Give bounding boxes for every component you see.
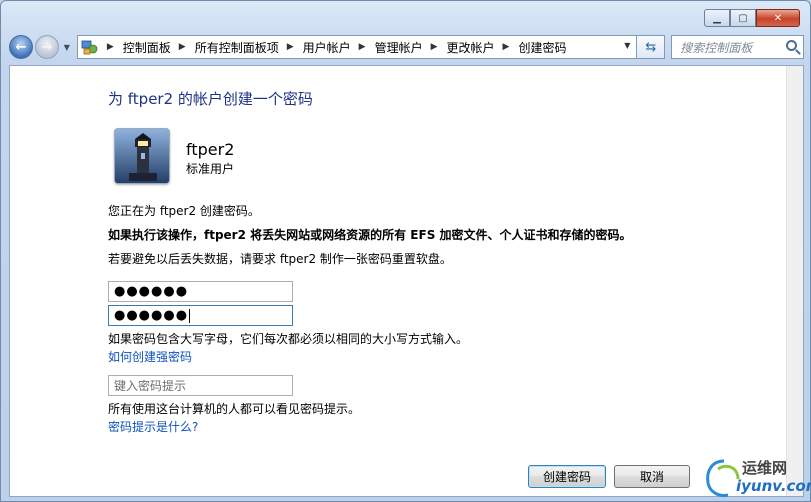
reset-disk-text: 若要避免以后丢失数据，请要求 ftper2 制作一张密码重置软盘。 (108, 252, 452, 266)
breadcrumb-separator[interactable]: ▶ (287, 42, 294, 52)
user-name: ftper2 (186, 140, 235, 159)
breadcrumb-item[interactable]: 用户帐户 (303, 39, 351, 56)
hint-visibility-note: 所有使用这台计算机的人都可以看见密码提示。 (108, 402, 361, 416)
breadcrumb-item[interactable]: 更改帐户 (447, 39, 495, 56)
breadcrumb-separator[interactable]: ▶ (503, 42, 510, 52)
search-icon[interactable] (785, 40, 797, 51)
watermark-top-text: 运维网 (742, 459, 788, 477)
recent-pages-dropdown[interactable]: ▼ (61, 43, 73, 52)
page-title: 为 ftper2 的帐户创建一个密码 (108, 90, 313, 108)
site-watermark: 运维网 iyunv.com (704, 457, 811, 499)
control-panel-icon (81, 40, 98, 55)
back-arrow-icon: ← (15, 39, 27, 55)
search-box[interactable]: 搜索控制面板 (671, 35, 804, 59)
case-sensitivity-note: 如果密码包含大写字母，它们每次都必须以相同的大小写方式输入。 (108, 332, 469, 346)
strong-password-link[interactable]: 如何创建强密码 (108, 348, 192, 365)
breadcrumb-item[interactable]: 创建密码 (518, 39, 566, 56)
maximize-button[interactable]: ▢ (730, 9, 756, 27)
confirm-password-field[interactable]: ●●●●●● (108, 305, 293, 326)
create-password-button[interactable]: 创建密码 (528, 465, 606, 488)
breadcrumb-separator[interactable]: ▶ (179, 42, 186, 52)
breadcrumb-item[interactable]: 所有控制面板项 (195, 39, 279, 56)
efs-warning-text: 如果执行该操作，ftper2 将丢失网站或网络资源的所有 EFS 加密文件、个人… (108, 228, 632, 242)
close-button[interactable]: ✕ (756, 9, 800, 27)
refresh-button[interactable]: ⇆ (637, 35, 666, 59)
cancel-button[interactable]: 取消 (614, 465, 690, 488)
search-placeholder: 搜索控制面板 (680, 40, 753, 55)
password-hint-help-link[interactable]: 密码提示是什么? (108, 418, 198, 435)
text-caret (189, 308, 191, 323)
lighthouse-picture-icon (115, 129, 169, 183)
minimize-button[interactable]: ▁ (704, 9, 730, 27)
hint-placeholder: 键入密码提示 (114, 379, 187, 393)
breadcrumb-item[interactable]: 控制面板 (123, 39, 171, 56)
user-account-type: 标准用户 (186, 162, 235, 176)
breadcrumb-separator[interactable]: ▶ (431, 42, 438, 52)
user-avatar (114, 128, 170, 184)
breadcrumb-separator: ▶ (106, 42, 114, 52)
watermark-bottom-text: iyunv.com (736, 477, 811, 495)
breadcrumb: ▶ 控制面板 ▶ 所有控制面板项 ▶ 用户帐户 ▶ 管理帐户 ▶ 更改帐户 ▶ … (99, 39, 567, 56)
new-password-field[interactable]: ●●●●●● (108, 281, 293, 302)
content-pane: 为 ftper2 的帐户创建一个密码 ftper2 标准用户 您正在为 ftpe… (9, 65, 804, 497)
address-history-arrow-icon[interactable]: ▼ (624, 41, 630, 50)
forward-button[interactable]: → (34, 35, 59, 59)
vertical-scrollbar[interactable] (786, 66, 803, 496)
forward-arrow-icon: → (41, 39, 53, 55)
password-mask: ●●●●●● (114, 284, 189, 299)
address-bar[interactable]: ▶ 控制面板 ▶ 所有控制面板项 ▶ 用户帐户 ▶ 管理帐户 ▶ 更改帐户 ▶ … (76, 35, 638, 59)
password-mask: ●●●●●● (114, 308, 189, 323)
navigation-bar: ← → ▼ ▶ 控制面板 ▶ 所有控制面板项 ▶ 用户帐户 ▶ 管理帐户 ▶ 更… (9, 34, 804, 60)
refresh-icon: ⇆ (645, 39, 657, 55)
control-panel-window: ▁ ▢ ✕ ← → ▼ ▶ 控制面板 ▶ 所有控制面板项 ▶ 用户帐户 ▶ 管理… (0, 0, 811, 502)
chevron-down-icon: ▼ (63, 42, 70, 52)
breadcrumb-item[interactable]: 管理帐户 (375, 39, 423, 56)
info-text: 您正在为 ftper2 创建密码。 (108, 204, 260, 218)
breadcrumb-separator[interactable]: ▶ (359, 42, 366, 52)
window-controls: ▁ ▢ ✕ (704, 9, 800, 27)
back-button[interactable]: ← (9, 35, 33, 59)
password-hint-field[interactable]: 键入密码提示 (108, 375, 293, 396)
